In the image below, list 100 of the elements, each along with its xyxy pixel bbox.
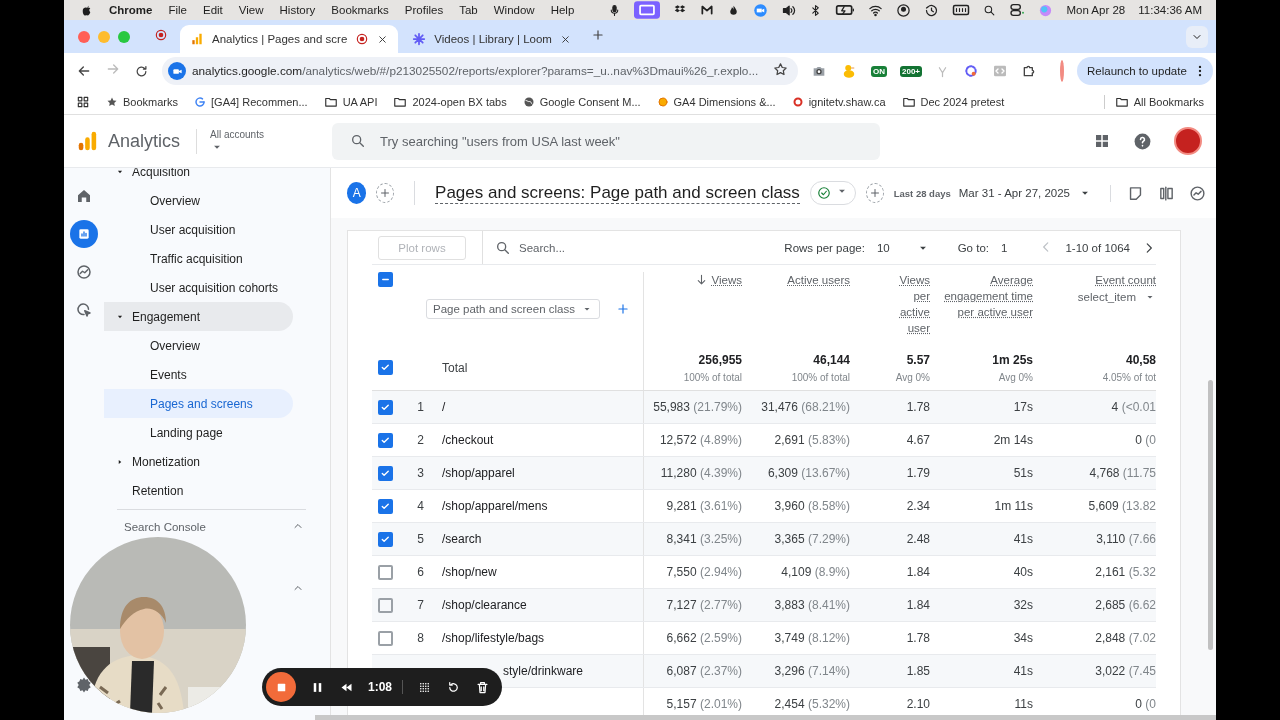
- row-number: 5: [417, 532, 424, 546]
- compare-icon[interactable]: [1158, 184, 1175, 202]
- nav-item[interactable]: Pages and screens: [104, 389, 293, 418]
- menu-item[interactable]: Window: [493, 4, 535, 16]
- star-icon[interactable]: [773, 62, 788, 77]
- row-checkbox[interactable]: [378, 630, 393, 646]
- clock-icon[interactable]: [924, 2, 940, 18]
- nav-item[interactable]: Traffic acquisition: [104, 244, 293, 273]
- menu-item[interactable]: File: [168, 4, 187, 16]
- bookmark[interactable]: ignitetv.shaw.ca: [791, 95, 886, 108]
- total-share: 4.05% of tot: [1102, 371, 1156, 383]
- menu-item[interactable]: Help: [550, 4, 575, 16]
- table-cell-text: 4,768 (11.75: [1088, 466, 1156, 480]
- row-checkbox[interactable]: [378, 399, 393, 415]
- table-cell-text: 55,983 (21.79%): [652, 400, 742, 414]
- menu-item[interactable]: Bookmarks: [331, 4, 389, 16]
- user-icon[interactable]: [896, 2, 912, 18]
- total-share: Avg 0%: [998, 371, 1033, 383]
- bookmark[interactable]: 2024-open BX tabs: [393, 94, 507, 109]
- new-tab-icon[interactable]: [590, 27, 605, 42]
- sparkle-icon[interactable]: [963, 63, 980, 79]
- rows-per-page-select[interactable]: 10: [876, 240, 930, 255]
- table-cell-text: 34s: [1012, 631, 1033, 645]
- settings-icon[interactable]: [75, 676, 93, 694]
- menu-item[interactable]: Chrome: [109, 4, 153, 16]
- video-call-icon[interactable]: [753, 2, 769, 18]
- table-cell-text: 4 (<0.01: [1110, 400, 1156, 414]
- menu-item[interactable]: Edit: [203, 4, 223, 16]
- column-header[interactable]: Active users: [787, 272, 850, 288]
- table-cell-text: 1.79: [905, 466, 930, 480]
- browser-tab[interactable]: Videos | Library | Loom: [402, 25, 581, 53]
- nav-item[interactable]: Landing page: [104, 418, 293, 447]
- relaunch-button[interactable]: Relaunch to update: [1077, 57, 1213, 85]
- row-checkbox[interactable]: [378, 597, 393, 613]
- dimension-dropdown[interactable]: Page path and screen class: [426, 298, 600, 319]
- comparison-avatar[interactable]: A: [347, 182, 367, 204]
- total-value: 1m 25s: [992, 352, 1033, 367]
- extension-badge[interactable]: 200+: [900, 65, 923, 77]
- row-checkbox[interactable]: [378, 360, 393, 375]
- goto-field[interactable]: 1: [1001, 241, 1008, 254]
- apps-icon[interactable]: [1093, 132, 1111, 150]
- toggles-icon[interactable]: [1009, 2, 1026, 18]
- table-cell-text: 41s: [1012, 664, 1033, 678]
- help-icon[interactable]: [1133, 131, 1152, 151]
- address-bar[interactable]: analytics.google.com/analytics/web/#/p213025502/reports/explorer?params=_u..nav%3Dmaui%26_r.explo...: [162, 57, 798, 85]
- nav-item[interactable]: User acquisition: [104, 215, 293, 244]
- metric-filter-dropdown[interactable]: select_item: [1077, 291, 1156, 303]
- table-cell-text: 3,960 (8.58%): [773, 499, 850, 513]
- row-checkbox[interactable]: [378, 432, 393, 448]
- menu-item[interactable]: History: [279, 4, 316, 16]
- search-icon[interactable]: [983, 3, 997, 17]
- table-cell-text: 1m 11s: [993, 499, 1033, 513]
- nav-item[interactable]: Events: [104, 360, 293, 389]
- record-icon[interactable]: [154, 27, 168, 42]
- select-all-checkbox[interactable]: [378, 272, 393, 287]
- row-checkbox[interactable]: [378, 564, 393, 580]
- bookmark[interactable]: Dec 2024 pretest: [901, 94, 1005, 109]
- close-icon[interactable]: [377, 33, 389, 45]
- column-header[interactable]: Average engagement time per active user: [941, 272, 1033, 320]
- column-header[interactable]: Event count: [1095, 272, 1156, 288]
- nav-group[interactable]: Monetization: [104, 447, 293, 476]
- menu-item[interactable]: View: [238, 4, 264, 16]
- account-avatar[interactable]: [1174, 127, 1202, 155]
- account-picker[interactable]: All accounts: [196, 128, 306, 154]
- bookmark[interactable]: Google Consent M...: [522, 95, 641, 108]
- row-checkbox[interactable]: [378, 498, 393, 514]
- nav-item[interactable]: Overview: [104, 331, 293, 360]
- row-checkbox[interactable]: [378, 465, 393, 481]
- scrollbar[interactable]: [1208, 380, 1213, 650]
- menu-item[interactable]: Profiles: [404, 4, 444, 16]
- close-icon[interactable]: [559, 33, 571, 45]
- extension-badge[interactable]: ON: [871, 65, 887, 77]
- scrollbar[interactable]: [315, 715, 1216, 720]
- search-icon: [495, 239, 511, 256]
- column-header[interactable]: Views per active user: [892, 272, 930, 336]
- search-field[interactable]: Try searching "users from USA last week": [332, 122, 881, 160]
- nav-group[interactable]: Retention: [104, 476, 293, 505]
- bookmark[interactable]: All Bookmarks: [1103, 94, 1204, 109]
- back-icon[interactable]: [76, 63, 92, 79]
- rail-button[interactable]: [70, 220, 98, 248]
- nav-item[interactable]: Overview: [104, 186, 293, 215]
- page-path: /search: [442, 532, 482, 546]
- bookmark[interactable]: Bookmarks: [106, 95, 179, 108]
- stop-recording-button[interactable]: [266, 672, 296, 702]
- row-checkbox[interactable]: [378, 531, 393, 547]
- reload-icon[interactable]: [134, 63, 149, 79]
- bookmark[interactable]: UA API: [323, 94, 378, 109]
- screen-share-icon[interactable]: [634, 1, 661, 19]
- date-range-picker[interactable]: Mar 31 - Apr 27, 2025: [958, 187, 1070, 199]
- apps-icon[interactable]: [76, 94, 90, 109]
- bookmark[interactable]: GA4 Dimensions &...: [656, 95, 776, 108]
- nav-group[interactable]: Engagement: [104, 302, 293, 331]
- table-search-field[interactable]: Search...: [482, 231, 745, 264]
- column-header[interactable]: Views: [711, 272, 742, 288]
- note-icon[interactable]: [1127, 184, 1144, 202]
- nav-item[interactable]: User acquisition cohorts: [104, 273, 293, 302]
- bookmark[interactable]: [GA4] Recommen...: [194, 95, 308, 108]
- insights-icon[interactable]: [1189, 184, 1206, 202]
- browser-tab[interactable]: Analytics | Pages and scre: [180, 25, 399, 53]
- menu-item[interactable]: Tab: [459, 4, 478, 16]
